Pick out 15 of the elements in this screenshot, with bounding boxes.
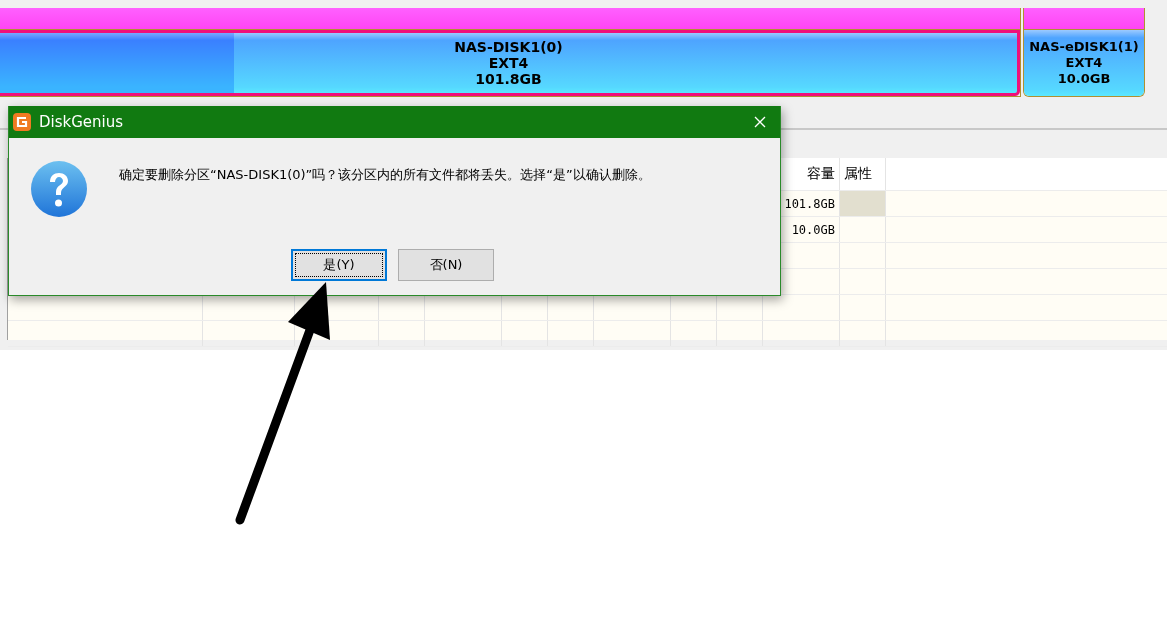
partition-name: NAS-eDISK1(1) [1029,38,1139,55]
filesystem-label: EXT4 [1064,54,1104,71]
close-icon[interactable] [754,116,766,128]
yes-button[interactable]: 是(Y) [291,249,387,281]
partition-block[interactable]: NAS-eDISK1(1) EXT4 10.0GB [1023,7,1145,97]
app-icon [13,113,31,131]
partition-size: 10.0GB [1056,70,1112,87]
partition-size: 101.8GB [474,70,543,87]
no-button[interactable]: 否(N) [398,249,494,281]
filesystem-label: EXT4 [487,54,530,71]
message-text: 确定要删除分区“NAS-DISK1(0)”吗？该分区内的所有文件都将丢失。选择“是”以确认删除。 [119,166,651,184]
partition-name: NAS-DISK1(0) [454,38,563,55]
question-icon [30,160,88,218]
window-title: DiskGenius [39,113,125,131]
column-header[interactable]: 属性 [840,158,886,191]
